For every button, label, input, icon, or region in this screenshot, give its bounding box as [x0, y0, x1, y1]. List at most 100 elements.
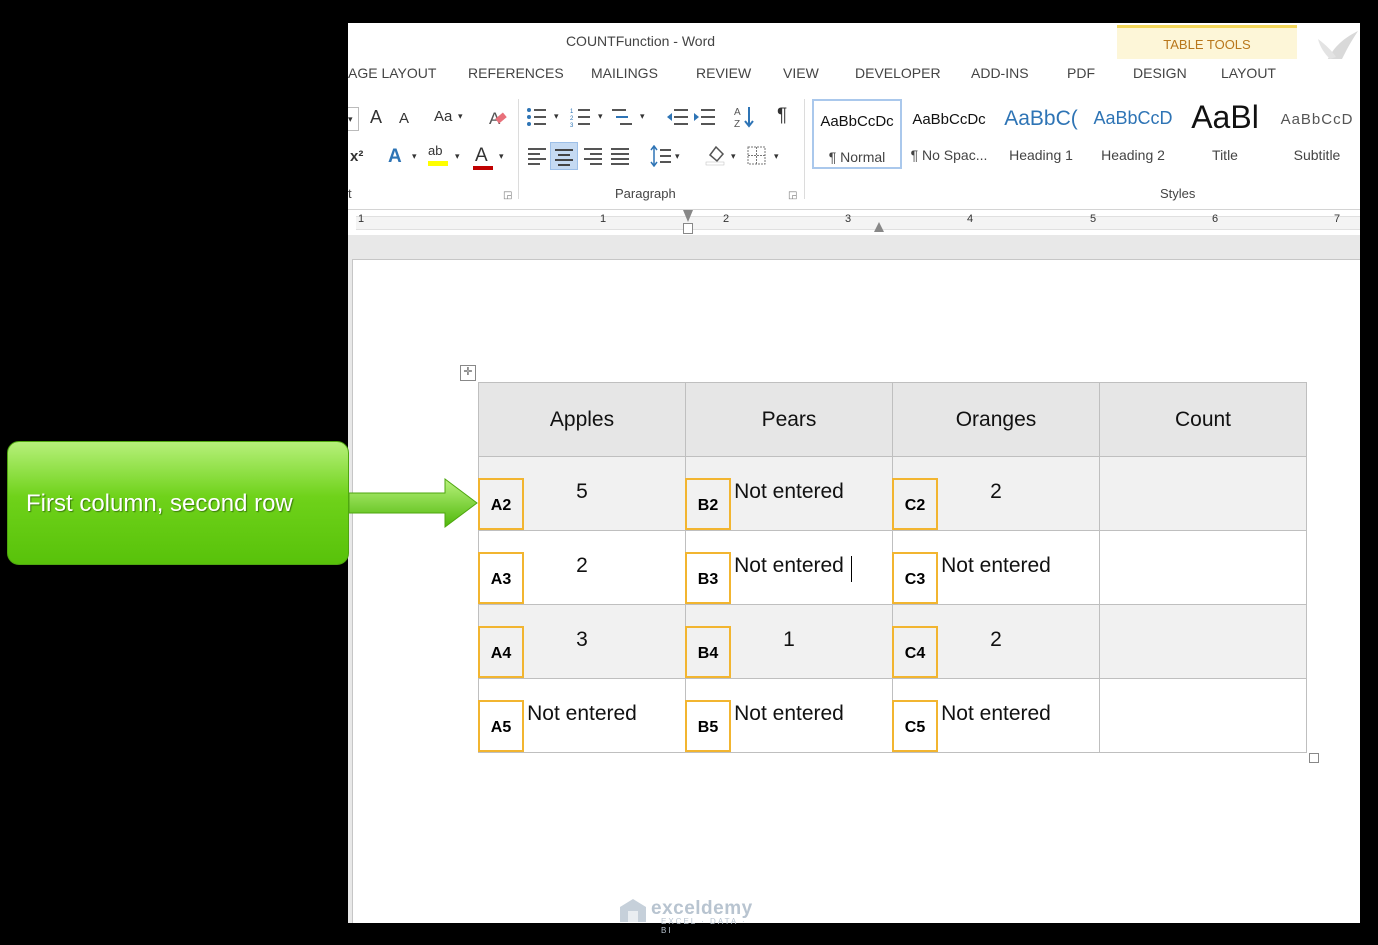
- chevron-down-icon[interactable]: ▾: [675, 151, 680, 162]
- table-cell[interactable]: 5 A2: [478, 456, 686, 531]
- tab-pdf[interactable]: PDF: [1067, 65, 1095, 81]
- align-left-icon[interactable]: [528, 147, 548, 165]
- table-cell[interactable]: Not entered A5: [478, 678, 686, 753]
- table-cell[interactable]: 1 B4: [685, 604, 893, 679]
- cell-ref-label: B4: [685, 626, 731, 678]
- header-oranges[interactable]: Oranges: [892, 382, 1100, 457]
- watermark-subtext: EXCEL · DATA · BI: [661, 917, 747, 935]
- header-apples[interactable]: Apples: [478, 382, 686, 457]
- style-heading-2[interactable]: AaBbCcD Heading 2: [1088, 99, 1178, 169]
- table-cell[interactable]: 3 A4: [478, 604, 686, 679]
- font-size-dropdown[interactable]: ▾: [348, 107, 359, 131]
- cell-ref-label: B3: [685, 552, 731, 604]
- window-title: COUNTFunction - Word: [565, 33, 716, 49]
- numbering-icon[interactable]: 1 2 3: [570, 107, 596, 127]
- svg-text:A: A: [734, 107, 741, 118]
- decrease-indent-icon[interactable]: [666, 107, 690, 127]
- document-page[interactable]: ✛ Apples Pears Oranges Count 5 A2 Not ent…: [352, 259, 1360, 923]
- cell-ref-label: C5: [892, 700, 938, 752]
- table-resize-handle[interactable]: [1309, 753, 1319, 763]
- style-subtitle[interactable]: AaBbCcD Subtitle: [1272, 99, 1360, 169]
- tab-table-design[interactable]: DESIGN: [1133, 65, 1187, 81]
- text-effects-button[interactable]: A: [388, 146, 402, 168]
- align-center-button[interactable]: [550, 142, 578, 170]
- tab-table-layout[interactable]: LAYOUT: [1221, 65, 1276, 81]
- change-case-button[interactable]: Aa: [434, 108, 452, 125]
- chevron-down-icon[interactable]: ▾: [598, 111, 603, 122]
- group-separator: [518, 99, 519, 199]
- table-cell[interactable]: Not entered C3: [892, 530, 1100, 605]
- chevron-down-icon[interactable]: ▾: [554, 111, 559, 122]
- table-cell[interactable]: 2 A3: [478, 530, 686, 605]
- chevron-down-icon[interactable]: ▾: [455, 151, 460, 162]
- shading-icon[interactable]: [704, 143, 728, 167]
- multilevel-list-icon[interactable]: [612, 107, 638, 127]
- chevron-down-icon[interactable]: ▾: [458, 111, 463, 122]
- style-title[interactable]: AaBl Title: [1180, 99, 1270, 169]
- cell-ref-label: C3: [892, 552, 938, 604]
- font-dialog-launcher-icon[interactable]: ◲: [503, 190, 512, 201]
- table-cell[interactable]: Not entered B5: [685, 678, 893, 753]
- show-formatting-marks-icon[interactable]: ¶: [777, 105, 787, 127]
- svg-text:3: 3: [570, 123, 574, 127]
- tab-view[interactable]: VIEW: [783, 65, 819, 81]
- cell-ref-label: B2: [685, 478, 731, 530]
- text-cursor: [851, 556, 852, 582]
- table-cell[interactable]: 2 C2: [892, 456, 1100, 531]
- chevron-down-icon[interactable]: ▾: [499, 151, 504, 162]
- watermark: exceldemy EXCEL · DATA · BI: [617, 896, 760, 935]
- bullets-icon[interactable]: [526, 107, 552, 127]
- table-move-handle-icon[interactable]: ✛: [460, 365, 476, 381]
- line-spacing-icon[interactable]: [650, 145, 672, 167]
- borders-icon[interactable]: [747, 146, 767, 166]
- style-name: Heading 2: [1101, 147, 1165, 163]
- chevron-down-icon[interactable]: ▾: [731, 151, 736, 162]
- grow-font-button[interactable]: A: [370, 107, 382, 128]
- style-heading-1[interactable]: AaBbC( Heading 1: [996, 99, 1086, 169]
- paragraph-dialog-launcher-icon[interactable]: ◲: [788, 190, 797, 201]
- chevron-down-icon[interactable]: ▾: [412, 151, 417, 162]
- table-cell[interactable]: Not entered C5: [892, 678, 1100, 753]
- header-row: Apples Pears Oranges Count: [478, 382, 1307, 457]
- clear-formatting-icon[interactable]: A: [487, 107, 509, 129]
- tab-review[interactable]: REVIEW: [696, 65, 751, 81]
- tab-add-ins[interactable]: ADD-INS: [971, 65, 1029, 81]
- tab-references[interactable]: REFERENCES: [468, 65, 564, 81]
- sort-icon[interactable]: AZ: [734, 105, 756, 129]
- paragraph-group-label: Paragraph: [615, 186, 676, 201]
- tab-developer[interactable]: DEVELOPER: [855, 65, 941, 81]
- highlight-button[interactable]: ab: [428, 143, 442, 158]
- header-count[interactable]: Count: [1099, 382, 1307, 457]
- chevron-down-icon[interactable]: ▾: [774, 151, 779, 162]
- shrink-font-button[interactable]: A: [399, 110, 409, 127]
- table-cell-count[interactable]: [1099, 456, 1307, 531]
- style-normal[interactable]: AaBbCcDc ¶ Normal: [812, 99, 902, 169]
- increase-indent-icon[interactable]: [693, 107, 717, 127]
- styles-group-label: Styles: [1160, 186, 1196, 201]
- table-cell-count[interactable]: [1099, 604, 1307, 679]
- style-no-spacing[interactable]: AaBbCcDc ¶ No Spac...: [904, 99, 994, 169]
- table-cell-count[interactable]: [1099, 530, 1307, 605]
- cell-ref-label: C4: [892, 626, 938, 678]
- svg-text:Z: Z: [734, 119, 740, 129]
- superscript-button[interactable]: x²: [350, 148, 363, 165]
- style-name: Heading 1: [1009, 147, 1073, 163]
- font-color-button[interactable]: A: [475, 145, 488, 167]
- ruler-number: 4: [967, 213, 974, 225]
- table-cell[interactable]: 2 C4: [892, 604, 1100, 679]
- left-indent-marker[interactable]: [683, 223, 693, 234]
- justify-icon[interactable]: [611, 147, 631, 165]
- svg-text:2: 2: [570, 116, 574, 122]
- tab-page-layout[interactable]: AGE LAYOUT: [348, 65, 436, 81]
- callout-text: First column, second row: [26, 490, 293, 517]
- horizontal-ruler[interactable]: 1 1 2 3 4 5 6 7: [348, 210, 1360, 234]
- tab-mailings[interactable]: MAILINGS: [591, 65, 658, 81]
- header-pears[interactable]: Pears: [685, 382, 893, 457]
- table-cell-count[interactable]: [1099, 678, 1307, 753]
- table-cell[interactable]: Not entered B2: [685, 456, 893, 531]
- font-group-label: t: [348, 186, 352, 201]
- chevron-down-icon[interactable]: ▾: [640, 111, 645, 122]
- word-window: COUNTFunction - Word TABLE TOOLS AGE LAY…: [348, 23, 1360, 923]
- table-cell[interactable]: Not entered B3: [685, 530, 893, 605]
- align-right-icon[interactable]: [584, 147, 604, 165]
